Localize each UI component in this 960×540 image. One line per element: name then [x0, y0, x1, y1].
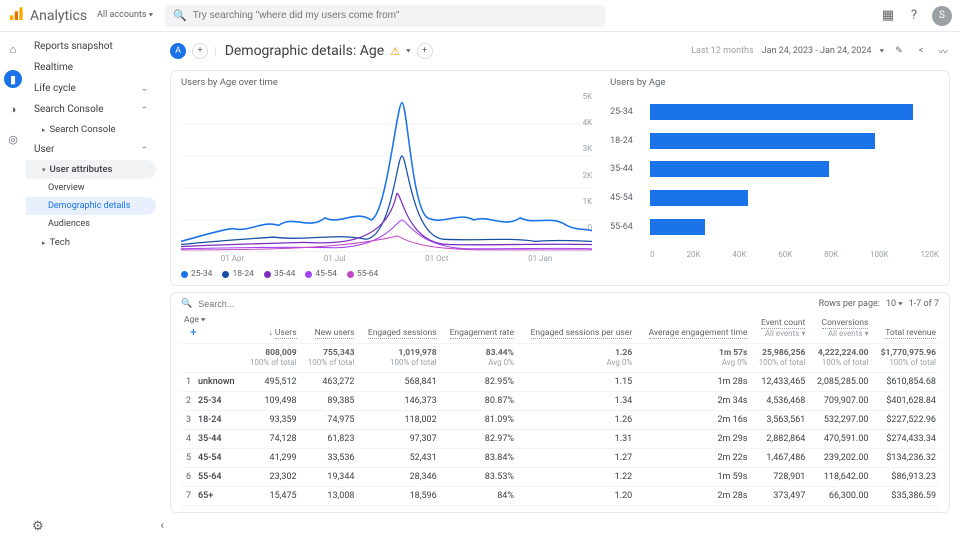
sidebar-item-overview[interactable]: Overview [26, 179, 156, 197]
avatar[interactable]: S [932, 6, 952, 26]
line-chart-title: Users by Age over time [181, 77, 592, 88]
sidebar-item-lifecycle[interactable]: Life cycle⌄ [26, 78, 156, 99]
page-header: A + | Demographic details: Age ⚠ ▾ + Las… [170, 36, 950, 66]
col-revenue[interactable]: Total revenue [871, 311, 939, 344]
sidebar-item-snapshot[interactable]: Reports snapshot [26, 36, 156, 57]
table-row[interactable]: 225-34109,49889,385146,37380.87%1.342m 3… [181, 392, 939, 411]
product-name: Analytics [30, 8, 87, 24]
sidebar-item-user[interactable]: User⌃ [26, 139, 156, 160]
col-newusers[interactable]: New users [300, 311, 358, 344]
line-chart: 5K4K3K2K1K0 [181, 92, 592, 252]
account-picker[interactable]: All accounts▾ [97, 11, 153, 21]
col-conversions[interactable]: ConversionsAll events ▾ [808, 311, 871, 344]
add-segment-button[interactable]: + [192, 43, 208, 59]
bar-xticks: 020K40K60K80K100K120K [650, 250, 939, 259]
rows-per-page-label: Rows per page: [819, 299, 880, 309]
triangle-icon: ▾ [42, 166, 46, 174]
search-icon: 🔍 [173, 9, 187, 22]
search-icon: 🔍 [181, 299, 192, 309]
customize-icon[interactable]: ✎ [892, 44, 906, 58]
add-dimension-icon[interactable]: + [184, 325, 197, 339]
sidebar-item-realtime[interactable]: Realtime [26, 57, 156, 78]
rows-per-page-select[interactable]: 10▾ [886, 299, 903, 309]
sidebar-item-demographic[interactable]: Demographic details [26, 197, 156, 215]
sidebar-item-audiences[interactable]: Audiences [26, 215, 156, 233]
apps-icon[interactable]: ▦ [880, 8, 896, 24]
warning-icon[interactable]: ⚠ [390, 45, 400, 58]
table-row[interactable]: 655-6423,30219,34428,34683.53%1.221m 59s… [181, 468, 939, 487]
chevron-up-icon: ⌃ [140, 146, 148, 153]
line-legend: 25-34 18-24 35-44 45-54 55-64 [181, 269, 592, 279]
bar-chart-title: Users by Age [610, 77, 939, 88]
add-dimension-button[interactable]: + [417, 43, 433, 59]
col-engper[interactable]: Engaged sessions per user [517, 311, 635, 344]
triangle-icon: ▸ [42, 126, 46, 134]
table-row[interactable]: 545-5441,29933,53652,43183.84%1.272m 22s… [181, 449, 939, 468]
table-row[interactable]: 1unknown495,512463,272568,84182.95%1.151… [181, 373, 939, 392]
sidebar-item-tech[interactable]: ▸Tech [26, 233, 156, 252]
product-logo[interactable]: Analytics [8, 6, 87, 26]
gear-icon[interactable]: ⚙ [32, 519, 44, 534]
collapse-icon[interactable]: ‹ [160, 518, 164, 532]
age-column-picker[interactable]: Age ▾ [184, 315, 239, 325]
help-icon[interactable]: ? [906, 8, 922, 24]
analytics-logo-icon [8, 6, 24, 26]
sidebar-item-searchconsole2[interactable]: ▸Search Console [26, 120, 156, 139]
page-title: Demographic details: Age [225, 43, 384, 59]
table-row[interactable]: 435-4474,12861,82397,30782.97%1.312m 29s… [181, 430, 939, 449]
nav-rail: ⌂ ▮ ◑ ◎ [0, 32, 26, 540]
chevron-down-icon[interactable]: ▾ [406, 48, 411, 55]
segment-chip[interactable]: A [170, 43, 186, 59]
table-row[interactable]: 318-2493,35974,975118,00281.09%1.262m 16… [181, 411, 939, 430]
table-card: 🔍 Rows per page: 10▾ 1-7 of 7 Age ▾+ ↓ U… [170, 292, 950, 513]
line-xticks: 01 Apr01 Jul01 Oct01 Jan [181, 254, 592, 263]
reports-icon[interactable]: ▮ [4, 70, 22, 88]
col-events[interactable]: Event countAll events ▾ [750, 311, 808, 344]
bar-chart: 25-34 18-24 35-44 45-54 55-64 [610, 92, 939, 247]
insights-icon[interactable]: 〰 [936, 44, 950, 58]
data-table: Age ▾+ ↓ Users New users Engaged session… [181, 311, 939, 506]
home-icon[interactable]: ⌂ [4, 40, 22, 58]
chevron-down-icon: ⌄ [140, 85, 148, 92]
col-engrate[interactable]: Engagement rate [440, 311, 517, 344]
search-bar[interactable]: 🔍 [165, 5, 605, 27]
table-search-input[interactable] [198, 299, 812, 309]
share-icon[interactable]: < [914, 44, 928, 58]
chevron-up-icon: ⌃ [140, 106, 148, 113]
pagination-range: 1-7 of 7 [909, 299, 939, 309]
sidebar-item-userattr[interactable]: ▾User attributes [26, 160, 156, 179]
chevron-down-icon: ▾ [149, 12, 154, 19]
totals-row: 808,009100% of total 755,343100% of tota… [181, 344, 939, 373]
daterange-picker[interactable]: Jan 24, 2023 - Jan 24, 2024 [762, 46, 872, 56]
daterange-label: Last 12 months [691, 46, 753, 56]
table-row[interactable]: 765+15,47513,00818,59684%1.202m 28s373,4… [181, 487, 939, 506]
charts-card: Users by Age over time 5K4K3K2K1K0 [170, 70, 950, 286]
search-input[interactable] [193, 10, 597, 21]
col-users[interactable]: ↓ Users [242, 311, 300, 344]
col-engaged[interactable]: Engaged sessions [357, 311, 439, 344]
sidebar-item-searchconsole[interactable]: Search Console⌃ [26, 99, 156, 120]
topbar: Analytics All accounts▾ 🔍 ▦ ? S [0, 0, 960, 32]
explore-icon[interactable]: ◑ [4, 100, 22, 118]
line-yticks: 5K4K3K2K1K0 [583, 92, 593, 232]
col-avgeng[interactable]: Average engagement time [635, 311, 750, 344]
triangle-icon: ▸ [42, 239, 46, 247]
ads-icon[interactable]: ◎ [4, 130, 22, 148]
sidebar: Reports snapshot Realtime Life cycle⌄ Se… [26, 32, 156, 540]
